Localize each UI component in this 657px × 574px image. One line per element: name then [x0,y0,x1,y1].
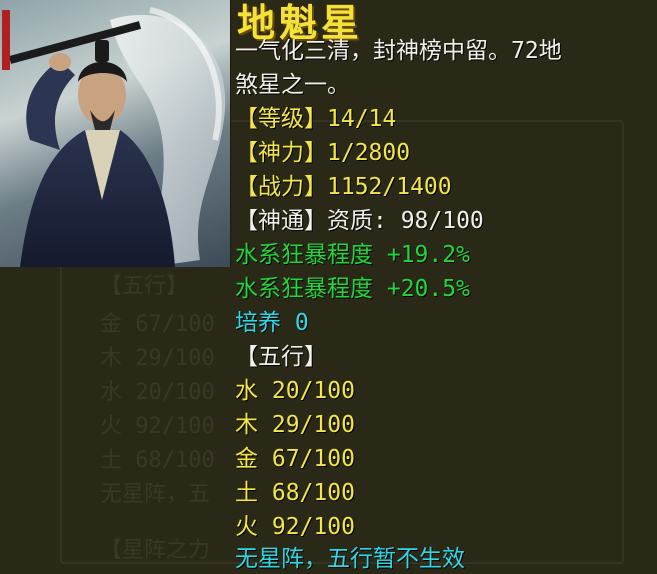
element-value: 68/100 [271,480,355,506]
element-label: 土 [235,480,258,506]
stat-combat-power: 【战力】1152/1400 [235,172,452,202]
stat-value: 14/14 [327,106,397,132]
background-row: 金 67/100 [100,312,215,337]
stat-label: 【神力】 [235,140,327,166]
description-line: 煞星之一。 [235,72,350,98]
element-value: 92/100 [271,514,355,540]
background-row: 土 68/100 [100,448,215,473]
element-label: 火 [235,514,258,540]
background-formation-header: 【星阵之力 [100,538,211,563]
wuxing-row-wood: 木 29/100 [235,410,355,440]
background-row: 木 29/100 [100,346,215,371]
character-portrait [0,0,231,267]
cultivate-value: 培养 0 [235,310,309,336]
wuxing-header: 【五行】 [235,344,327,370]
bonus-line: 水系狂暴程度 +20.5% [235,276,470,302]
wuxing-row-water: 水 20/100 [235,376,355,406]
background-row: 火 92/100 [100,414,215,439]
description-line: 一气化三清，封神榜中留。72地 [235,38,562,64]
element-label: 金 [235,446,258,472]
bonus-line: 水系狂暴程度 +19.2% [235,242,470,268]
element-value: 29/100 [271,412,355,438]
background-row: 水 20/100 [100,380,215,405]
element-label: 水 [235,378,258,404]
stat-label: 【神通】 [235,208,327,234]
element-label: 木 [235,412,258,438]
stat-value: 1/2800 [327,140,411,166]
element-value: 67/100 [271,446,355,472]
stat-label: 【战力】 [235,174,327,200]
stat-value: 1152/1400 [327,174,452,200]
stat-shentong: 【神通】资质: 98/100 [235,206,484,236]
stat-divine-power: 【神力】1/2800 [235,138,410,168]
formation-status: 无星阵，五行暂不生效 [235,546,465,572]
wuxing-row-earth: 土 68/100 [235,478,355,508]
element-value: 20/100 [271,378,355,404]
wuxing-row-metal: 金 67/100 [235,444,355,474]
stat-label: 【等级】 [235,106,327,132]
background-formation: 无星阵，五 [100,482,211,507]
wuxing-row-fire: 火 92/100 [235,512,355,542]
stat-level: 【等级】14/14 [235,104,396,134]
stat-value: 资质: 98/100 [327,208,484,234]
background-wuxing-header: 【五行】 [100,274,189,299]
